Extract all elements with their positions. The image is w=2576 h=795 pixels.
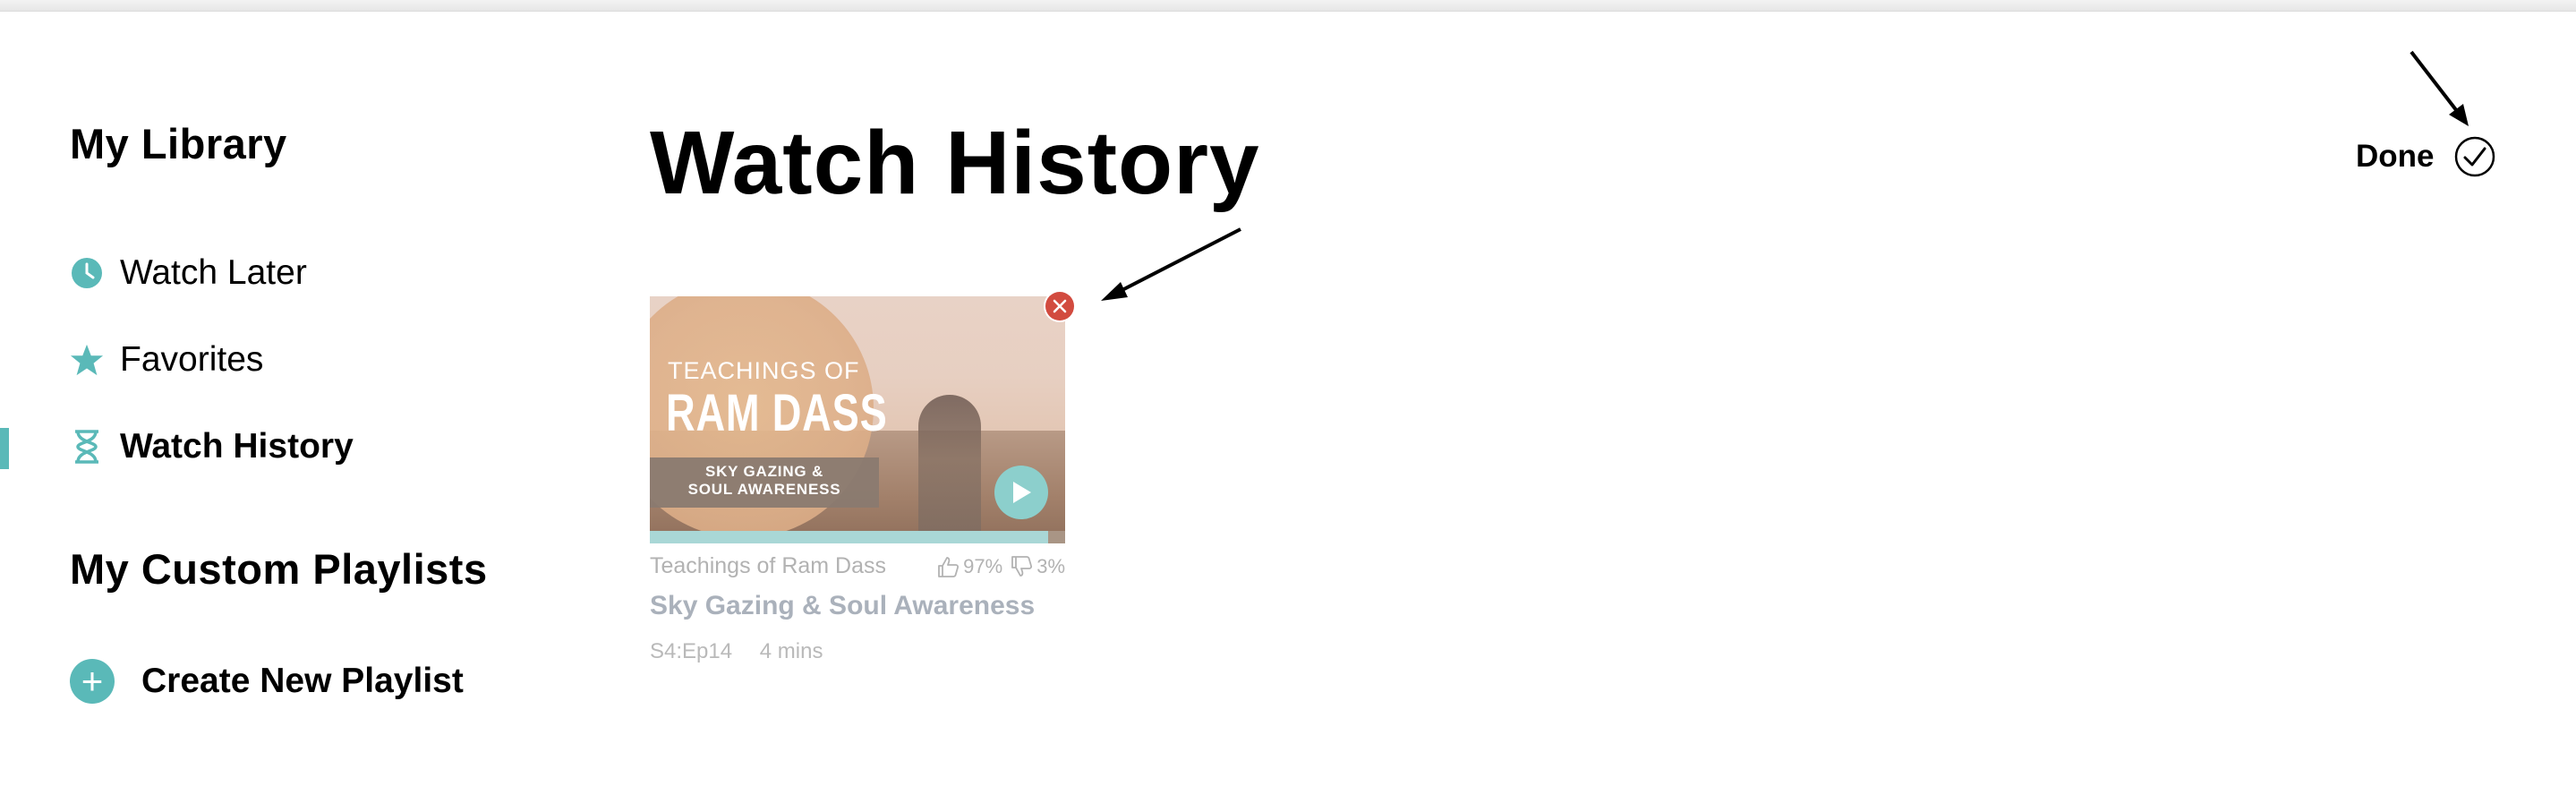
sidebar-item-favorites[interactable]: Favorites	[70, 338, 263, 382]
series-name: Teachings of Ram Dass	[650, 553, 887, 578]
thumbs-down-icon	[1011, 555, 1033, 577]
create-playlist-label: Create New Playlist	[141, 662, 464, 700]
sidebar-item-label: Watch History	[120, 427, 354, 466]
thumb-episode-line2: SOUL AWARENESS	[687, 481, 841, 498]
video-card: TEACHINGS OF RAM DASS SKY GAZING & SOUL …	[650, 296, 1065, 543]
plus-icon: +	[70, 659, 115, 704]
video-thumbnail[interactable]: TEACHINGS OF RAM DASS SKY GAZING & SOUL …	[650, 296, 1065, 543]
close-icon	[1053, 299, 1067, 313]
remove-from-history-button[interactable]	[1045, 292, 1074, 321]
arrow-to-done-button	[2410, 50, 2469, 126]
thumbs-up-icon	[938, 556, 960, 577]
clock-icon	[70, 256, 104, 290]
check-circle-icon	[2454, 136, 2495, 177]
likes-value: 97%	[963, 554, 1003, 577]
arrow-to-remove-button	[1101, 227, 1241, 301]
top-bar	[0, 0, 2576, 12]
dislikes-value: 3%	[1036, 554, 1065, 577]
sidebar-item-watch-later[interactable]: Watch Later	[70, 251, 307, 295]
play-icon	[1013, 482, 1031, 503]
sidebar-item-label: Watch Later	[120, 253, 307, 292]
sidebar-item-label: Favorites	[120, 340, 264, 379]
play-button[interactable]	[994, 466, 1048, 519]
thumb-series-line2: RAM DASS	[666, 384, 888, 442]
playlists-heading: My Custom Playlists	[70, 545, 488, 593]
episode-info: S4:Ep14 4 mins	[650, 639, 844, 664]
progress-bar	[650, 531, 1049, 543]
star-icon	[70, 343, 104, 377]
likes-count: 97%	[936, 555, 1002, 578]
episode-title[interactable]: Sky Gazing & Soul Awareness	[650, 591, 1035, 621]
episode-code: S4:Ep14	[650, 639, 733, 663]
create-playlist-button[interactable]: + Create New Playlist	[70, 659, 464, 704]
thumb-episode-title: SKY GAZING & SOUL AWARENESS	[650, 463, 879, 499]
hourglass-icon	[70, 430, 104, 464]
active-indicator	[0, 428, 9, 469]
sidebar-item-watch-history[interactable]: Watch History	[70, 424, 354, 469]
page-title: Watch History	[650, 113, 1260, 213]
library-heading: My Library	[70, 120, 287, 167]
episode-duration: 4 mins	[759, 639, 823, 663]
dislikes-count: 3%	[1010, 555, 1065, 578]
thumb-series-line1: TEACHINGS OF	[668, 357, 860, 384]
thumb-person-figure	[918, 395, 981, 538]
thumb-episode-line1: SKY GAZING &	[704, 463, 824, 480]
card-meta-row: Teachings of Ram Dass 97% 3%	[650, 553, 1065, 579]
done-button[interactable]: Done	[2356, 136, 2495, 177]
done-label: Done	[2356, 139, 2435, 174]
